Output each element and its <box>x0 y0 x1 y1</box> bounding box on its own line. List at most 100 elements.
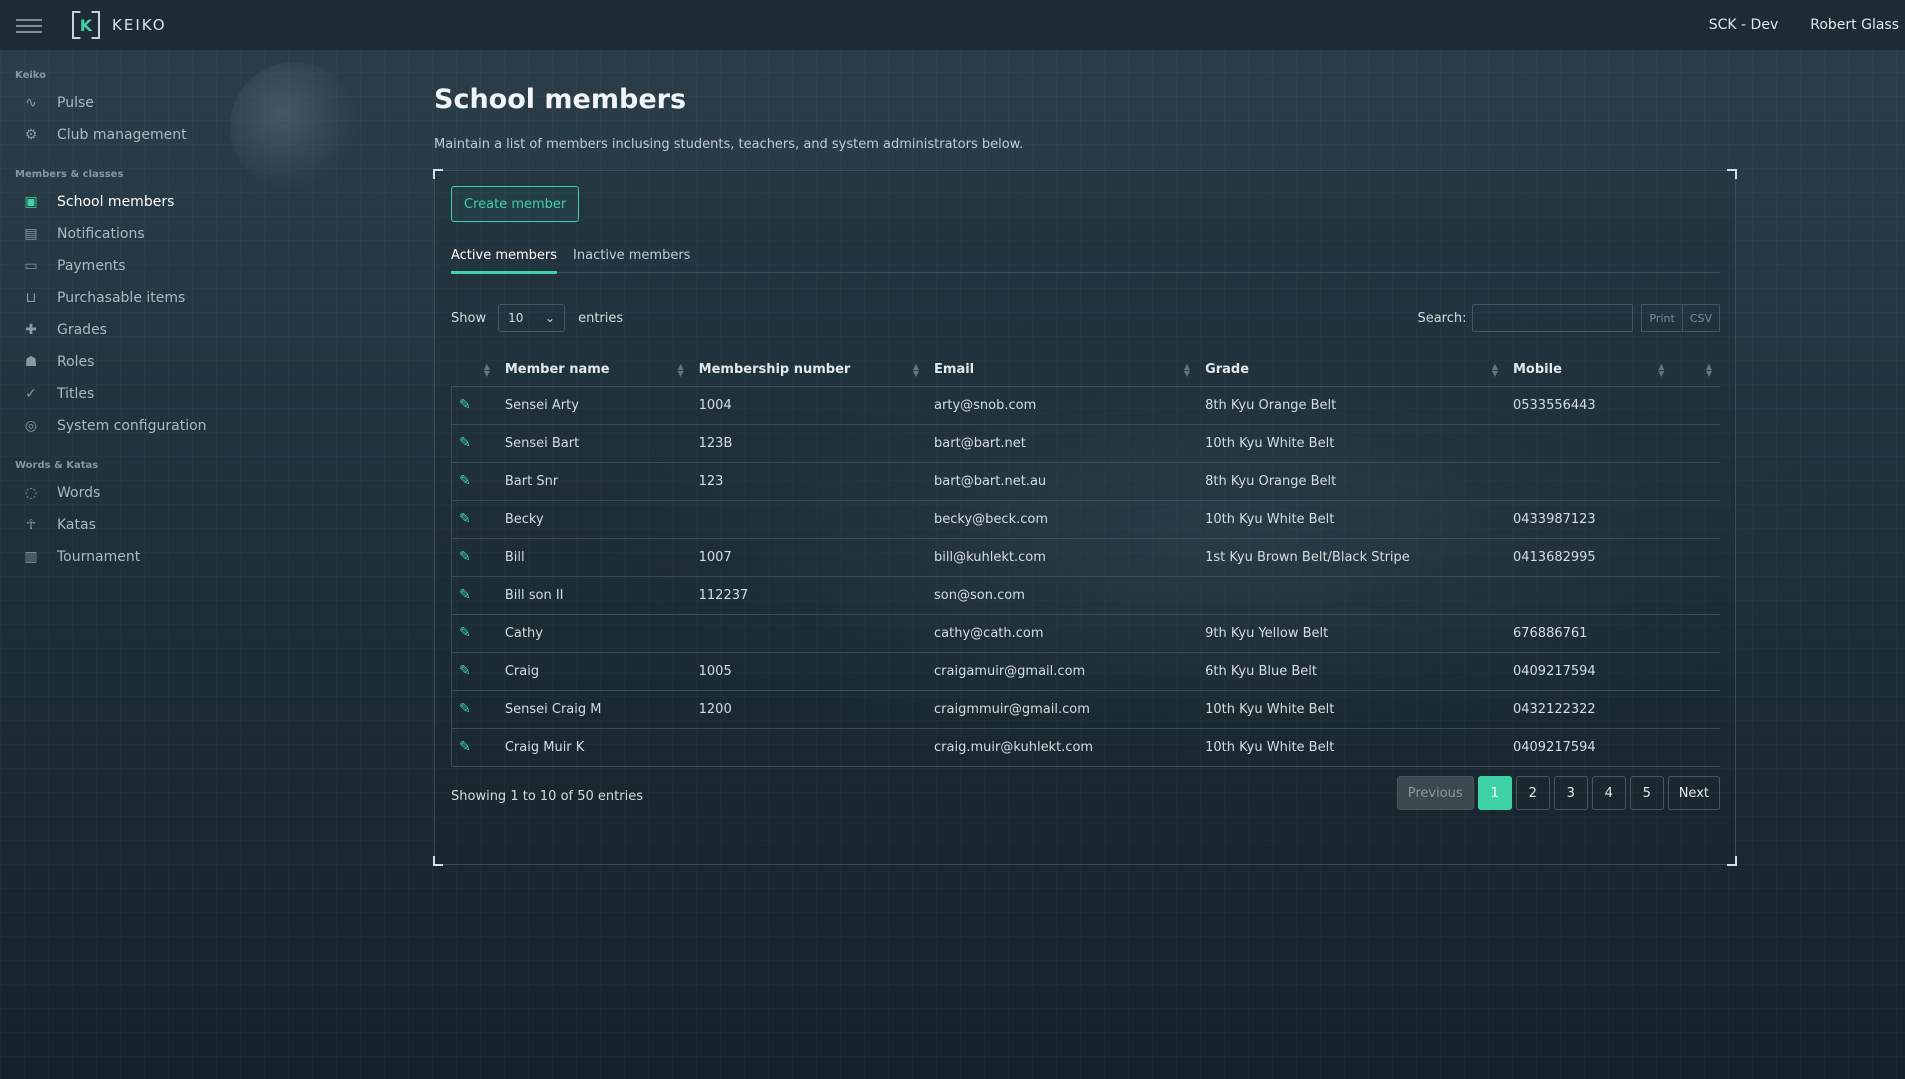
membership-number-cell <box>691 613 928 652</box>
pulse-icon: ∿ <box>25 95 37 111</box>
print-button[interactable]: Print <box>1641 304 1683 332</box>
membership-number-cell: 1007 <box>691 537 928 576</box>
hamburger-menu-icon[interactable] <box>16 16 46 34</box>
column-header-email[interactable]: Email ▲ ▼ <box>927 354 1198 386</box>
sidebar-item-label: System configuration <box>57 418 207 434</box>
page-subtitle: Maintain a list of members inclusing stu… <box>434 137 1024 152</box>
message-icon: ▤ <box>24 226 38 242</box>
grade-cell: 10th Kyu White Belt <box>1198 499 1506 538</box>
sidebar-item-payments[interactable]: ▭ Payments <box>0 250 300 282</box>
sort-arrows-icon[interactable]: ▲ ▼ <box>1706 363 1712 378</box>
column-header-label: Email <box>934 362 975 378</box>
email-cell: bill@kuhlekt.com <box>927 537 1199 576</box>
edit-icon[interactable]: ✎ <box>459 739 471 755</box>
create-member-button[interactable]: Create member <box>451 186 580 222</box>
sort-arrows-icon[interactable]: ▲ ▼ <box>484 363 490 378</box>
page-button-2[interactable]: 2 <box>1515 776 1550 810</box>
edit-icon[interactable]: ✎ <box>459 625 471 641</box>
column-header-blank[interactable]: ▲ ▼ <box>1672 354 1720 386</box>
search-input[interactable] <box>1472 304 1634 332</box>
previous-page-button[interactable]: Previous <box>1396 776 1474 810</box>
show-label: Show <box>451 310 487 326</box>
sidebar-item-titles[interactable]: ✓ Titles <box>0 378 300 410</box>
sidebar-item-system-configuration[interactable]: ◎ System configuration <box>0 410 300 442</box>
sidebar-item-purchasable-items[interactable]: ⊔ Purchasable items <box>0 282 300 314</box>
member-name-cell: Sensei Arty <box>497 385 692 424</box>
table-header-row: ▲ ▼ Member name ▲ ▼ Membership number ▲ ▼ Email ▲… <box>452 354 1721 386</box>
panel-corner <box>1727 169 1737 179</box>
mobile-cell <box>1505 461 1673 500</box>
mobile-cell: 0433987123 <box>1505 499 1673 538</box>
sort-arrows-icon[interactable]: ▲ ▼ <box>1658 363 1664 378</box>
sidebar-item-words[interactable]: ◌ Words <box>0 477 300 509</box>
grade-cell: 8th Kyu Orange Belt <box>1198 385 1506 424</box>
column-header-mobile[interactable]: Mobile ▲ ▼ <box>1506 354 1672 386</box>
column-header-label: Membership number <box>698 362 851 378</box>
member-name-cell: Craig <box>497 651 692 690</box>
page-button-1[interactable]: 1 <box>1477 776 1512 810</box>
check-circle-icon: ✓ <box>25 386 37 402</box>
membership-number-cell <box>691 727 928 767</box>
sidebar-item-label: Titles <box>57 386 95 402</box>
sort-arrows-icon[interactable]: ▲ ▼ <box>677 363 683 378</box>
sidebar-item-tournament[interactable]: ▥ Tournament <box>0 541 300 573</box>
member-name-cell: Bill <box>497 537 692 576</box>
member-name-cell: Craig Muir K <box>497 727 692 767</box>
sidebar-item-pulse[interactable]: ∿ Pulse <box>0 87 300 119</box>
sort-arrows-icon[interactable]: ▲ ▼ <box>1184 363 1190 378</box>
column-header-membership-number[interactable]: Membership number ▲ ▼ <box>692 354 927 386</box>
mobile-cell: 0432122322 <box>1505 689 1673 728</box>
edit-icon[interactable]: ✎ <box>459 587 471 603</box>
edit-icon[interactable]: ✎ <box>459 663 471 679</box>
column-header-grade[interactable]: Grade ▲ ▼ <box>1198 354 1506 386</box>
column-header-member-name[interactable]: Member name ▲ ▼ <box>498 354 692 386</box>
users-icon: ☗ <box>24 354 38 370</box>
email-cell: bart@bart.net <box>927 423 1199 462</box>
edit-cell: ✎ <box>450 537 498 576</box>
showing-entries-info: Showing 1 to 10 of 50 entries <box>451 789 643 804</box>
mobile-cell: 0409217594 <box>1505 727 1673 767</box>
sidebar-item-roles[interactable]: ☗ Roles <box>0 346 300 378</box>
edit-icon[interactable]: ✎ <box>459 549 471 565</box>
grade-cell: 10th Kyu White Belt <box>1198 689 1506 728</box>
user-menu[interactable]: Robert Glass <box>1810 17 1899 33</box>
blank-cell <box>1672 575 1720 614</box>
sidebar-item-notifications[interactable]: ▤ Notifications <box>0 218 300 250</box>
table-row: ✎ Craig 1005 craigamuir@gmail.com 6th Kyu Bl… <box>450 651 1720 690</box>
entries-label: entries <box>578 310 624 326</box>
edit-icon[interactable]: ✎ <box>459 473 471 489</box>
tab-active-members[interactable]: Active members <box>451 241 558 274</box>
email-cell: becky@beck.com <box>927 499 1199 538</box>
entries-per-page-select[interactable]: 10 ⌄ <box>498 304 566 332</box>
column-header-blank[interactable]: ▲ ▼ <box>452 354 498 386</box>
sidebar-item-grades[interactable]: ✚ Grades <box>0 314 300 346</box>
next-page-button[interactable]: Next <box>1667 776 1720 810</box>
csv-button[interactable]: CSV <box>1682 304 1720 332</box>
sort-arrows-icon[interactable]: ▲ ▼ <box>1492 363 1498 378</box>
page-button-3[interactable]: 3 <box>1553 776 1588 810</box>
tab-inactive-members[interactable]: Inactive members <box>573 241 690 272</box>
sort-arrows-icon[interactable]: ▲ ▼ <box>913 363 919 378</box>
edit-icon[interactable]: ✎ <box>459 701 471 717</box>
table-row: ✎ Sensei Bart 123B bart@bart.net 10th Kyu Wh… <box>450 423 1720 462</box>
table-row: ✎ Craig Muir K craig.muir@kuhlekt.com 10th … <box>450 727 1720 767</box>
membership-number-cell: 123B <box>691 423 928 462</box>
edit-icon[interactable]: ✎ <box>459 435 471 451</box>
page-button-5[interactable]: 5 <box>1629 776 1664 810</box>
club-context[interactable]: SCK - Dev <box>1709 17 1778 33</box>
sidebar-item-school-members[interactable]: ▣ School members <box>0 186 300 218</box>
edit-icon[interactable]: ✎ <box>459 397 471 413</box>
panel-corner <box>1727 856 1737 866</box>
email-cell: cathy@cath.com <box>927 613 1199 652</box>
entries-per-page-value: 10 <box>508 311 524 325</box>
grade-cell: 10th Kyu White Belt <box>1198 727 1506 767</box>
main-content: School members Maintain a list of member… <box>433 52 1737 866</box>
sidebar-item-club-management[interactable]: ⚙ Club management <box>0 119 300 151</box>
gear-icon: ⚙ <box>24 127 38 143</box>
app-logo[interactable]: K KEIKO <box>72 11 167 39</box>
members-table: ▲ ▼ Member name ▲ ▼ Membership number ▲ ▼ Email ▲… <box>450 354 1721 767</box>
sidebar-item-katas[interactable]: ☥ Katas <box>0 509 300 541</box>
page-button-4[interactable]: 4 <box>1591 776 1626 810</box>
table-body: ✎ Sensei Arty 1004 arty@snob.com 8th Kyu Ora… <box>450 385 1720 767</box>
edit-icon[interactable]: ✎ <box>459 511 471 527</box>
